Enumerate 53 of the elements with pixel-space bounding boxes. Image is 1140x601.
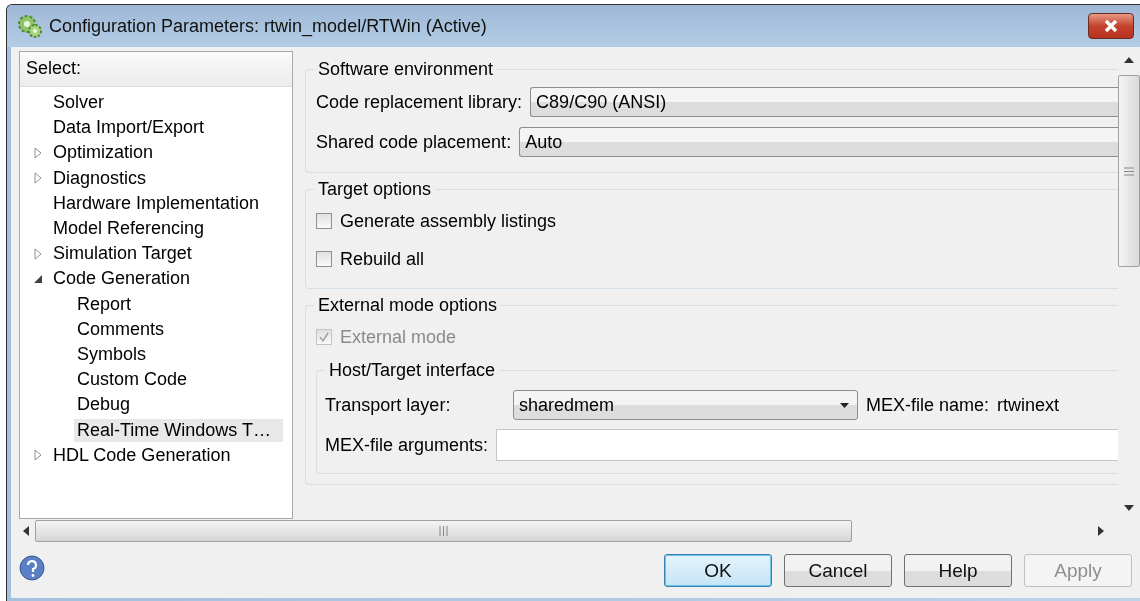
checkbox[interactable] [316,213,332,229]
tree-item[interactable]: Custom Code [74,368,191,392]
tree-item[interactable]: Diagnostics [50,166,150,190]
tree-item[interactable]: Model Referencing [50,217,208,241]
field-value: rtwinext [997,394,1060,416]
tree-item[interactable]: Hardware Implementation [50,191,263,215]
dialog-button[interactable]: OK [664,554,772,587]
scroll-left-icon[interactable] [23,526,29,536]
checkbox[interactable] [316,251,332,267]
field-label: MEX-file arguments: [325,434,489,456]
dialog-button[interactable]: Help [904,554,1012,587]
tree-item[interactable]: Solver [50,91,108,115]
collapsed-triangle-icon[interactable] [33,449,43,462]
collapsed-triangle-icon[interactable] [33,172,43,185]
tree-item[interactable]: Code Generation [50,267,194,291]
dropdown[interactable]: Auto [519,127,1118,157]
field-label: Code replacement library: [316,91,523,113]
tree-header: Select: [20,52,292,87]
scroll-up-icon[interactable] [1124,57,1134,63]
checkbox-label: External mode [340,326,457,348]
group-title: Host/Target interface [325,360,500,381]
gears-icon [17,13,43,39]
dropdown[interactable]: C89/C90 (ANSI) [530,87,1118,117]
tree-item[interactable]: Optimization [50,141,157,165]
scroll-right-icon[interactable] [1098,526,1104,536]
dropdown-arrow-icon [840,402,849,408]
collapsed-triangle-icon[interactable] [33,146,43,159]
collapsed-triangle-icon[interactable] [33,247,43,260]
dialog-button[interactable]: Cancel [784,554,892,587]
group-title: External mode options [314,295,502,316]
field-label: Transport layer: [325,394,452,416]
tree-item[interactable]: Debug [74,393,134,417]
checkbox-label: Rebuild all [340,248,425,270]
dropdown[interactable]: sharedmem [513,390,858,420]
help-icon[interactable] [19,555,45,581]
tree-item[interactable]: HDL Code Generation [50,443,234,467]
tree-item[interactable]: Symbols [74,342,150,366]
close-button[interactable] [1088,13,1134,39]
field-label: Shared code placement: [316,131,512,153]
scrollbar-thumb[interactable] [1118,75,1140,267]
scroll-down-icon[interactable] [1124,505,1134,511]
scrollbar-thumb[interactable] [35,520,852,542]
field-label: MEX-file name: [866,394,990,416]
tree-item[interactable]: Comments [74,317,168,341]
window-title: Configuration Parameters: rtwin_model/RTWin (Active) [49,15,488,37]
tree-item[interactable]: Real-Time Windows T… [74,418,284,442]
tree-item[interactable]: Simulation Target [50,242,195,266]
close-icon[interactable] [1103,19,1119,33]
checkbox-label: Generate assembly listings [340,210,557,232]
input-field[interactable] [496,429,1118,461]
tree-item[interactable]: Report [74,292,135,316]
group-title: Target options [314,179,436,200]
tree-item[interactable]: Data Import/Export [50,116,208,140]
